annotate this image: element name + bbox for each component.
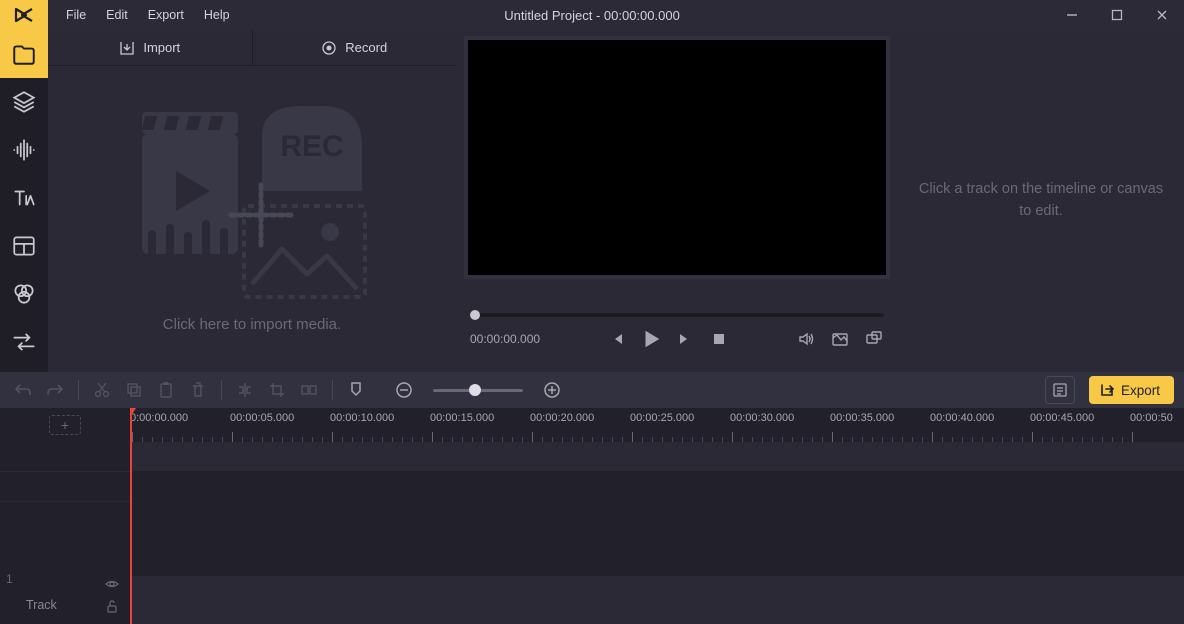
ruler-label: 0:00:00.000 bbox=[130, 412, 188, 424]
sidebar-audio-icon[interactable] bbox=[0, 126, 48, 174]
minimize-button[interactable] bbox=[1049, 0, 1094, 30]
export-icon bbox=[1099, 382, 1115, 398]
media-tabs: Import Record bbox=[48, 30, 456, 66]
ruler-label: 00:00:45.000 bbox=[1030, 412, 1094, 424]
stop-button[interactable] bbox=[709, 329, 729, 349]
sidebar bbox=[0, 30, 48, 372]
video-preview[interactable] bbox=[464, 36, 890, 279]
marker-button[interactable] bbox=[343, 377, 369, 403]
track-number: 1 bbox=[6, 572, 13, 586]
ruler-label: 00:00:25.000 bbox=[630, 412, 694, 424]
app-logo bbox=[0, 0, 48, 30]
preview-panel: 00:00:00.000 bbox=[456, 30, 898, 372]
add-track-button[interactable]: + bbox=[49, 415, 81, 435]
delete-button[interactable] bbox=[185, 377, 211, 403]
ruler-label: 00:00:05.000 bbox=[230, 412, 294, 424]
track-header[interactable]: 1 Track bbox=[0, 566, 130, 624]
ruler-label: 00:00:15.000 bbox=[430, 412, 494, 424]
timeline-row[interactable] bbox=[130, 502, 1184, 576]
zoom-in-button[interactable] bbox=[539, 377, 565, 403]
timeline-row[interactable] bbox=[130, 442, 1184, 472]
ruler-label: 00:00:50 bbox=[1130, 412, 1173, 424]
sidebar-text-icon[interactable] bbox=[0, 174, 48, 222]
track-visibility-icon[interactable] bbox=[104, 576, 120, 592]
import-hint: Click here to import media. bbox=[163, 316, 341, 333]
timeline-toolbar: Export bbox=[0, 372, 1184, 408]
snapshot-button[interactable] bbox=[830, 329, 850, 349]
preview-timecode: 00:00:00.000 bbox=[470, 332, 540, 346]
record-tab[interactable]: Record bbox=[253, 30, 457, 65]
paste-button[interactable] bbox=[153, 377, 179, 403]
timeline-body[interactable]: 0:00:00.000 00:00:05.000 00:00:10.000 00:00… bbox=[130, 408, 1184, 624]
record-icon bbox=[321, 40, 337, 56]
import-icon bbox=[119, 40, 135, 56]
timeline-row[interactable] bbox=[130, 472, 1184, 502]
ruler-label: 00:00:10.000 bbox=[330, 412, 394, 424]
properties-hint: Click a track on the timeline or canvas … bbox=[918, 179, 1164, 223]
media-panel: Import Record REC Click here to import m… bbox=[48, 30, 456, 372]
titlebar: File Edit Export Help Untitled Project -… bbox=[0, 0, 1184, 30]
volume-button[interactable] bbox=[796, 329, 816, 349]
close-button[interactable] bbox=[1139, 0, 1184, 30]
maximize-button[interactable] bbox=[1094, 0, 1139, 30]
copy-button[interactable] bbox=[121, 377, 147, 403]
window-controls bbox=[1049, 0, 1184, 30]
upper-region: Import Record REC Click here to import m… bbox=[48, 30, 1184, 372]
crop-button[interactable] bbox=[264, 377, 290, 403]
import-artwork: REC bbox=[132, 106, 372, 306]
sidebar-media-icon[interactable] bbox=[0, 30, 48, 78]
window-title: Untitled Project - 00:00:00.000 bbox=[504, 8, 680, 23]
track-lock-icon[interactable] bbox=[104, 598, 120, 614]
detach-button[interactable] bbox=[864, 329, 884, 349]
export-button[interactable]: Export bbox=[1089, 376, 1174, 404]
play-button[interactable] bbox=[641, 329, 661, 349]
import-dropzone[interactable]: REC Click here to import media. bbox=[48, 66, 456, 372]
ruler-label: 00:00:20.000 bbox=[530, 412, 594, 424]
ruler-label: 00:00:40.000 bbox=[930, 412, 994, 424]
export-label: Export bbox=[1121, 383, 1160, 398]
time-ruler[interactable]: 0:00:00.000 00:00:05.000 00:00:10.000 00:00… bbox=[130, 408, 1184, 442]
menu-file[interactable]: File bbox=[56, 0, 96, 30]
sidebar-transitions-icon[interactable] bbox=[0, 318, 48, 366]
next-frame-button[interactable] bbox=[675, 329, 695, 349]
properties-panel: Click a track on the timeline or canvas … bbox=[898, 30, 1184, 372]
ruler-label: 00:00:35.000 bbox=[830, 412, 894, 424]
sidebar-templates-icon[interactable] bbox=[0, 222, 48, 270]
menu-help[interactable]: Help bbox=[194, 0, 240, 30]
import-label: Import bbox=[143, 40, 180, 55]
record-label: Record bbox=[345, 40, 387, 55]
svg-text:REC: REC bbox=[280, 130, 343, 163]
cut-button[interactable] bbox=[89, 377, 115, 403]
menu-bar: File Edit Export Help bbox=[56, 0, 240, 30]
menu-edit[interactable]: Edit bbox=[96, 0, 138, 30]
track-headers: + 1 Track bbox=[0, 408, 130, 624]
undo-button[interactable] bbox=[10, 377, 36, 403]
split-button[interactable] bbox=[232, 377, 258, 403]
ruler-label: 00:00:30.000 bbox=[730, 412, 794, 424]
import-tab[interactable]: Import bbox=[48, 30, 253, 65]
zoom-slider[interactable] bbox=[433, 389, 523, 392]
seek-slider[interactable] bbox=[470, 313, 884, 317]
track-name-label: Track bbox=[26, 598, 57, 612]
redo-button[interactable] bbox=[42, 377, 68, 403]
menu-export[interactable]: Export bbox=[138, 0, 194, 30]
sidebar-layers-icon[interactable] bbox=[0, 78, 48, 126]
group-button[interactable] bbox=[296, 377, 322, 403]
timeline: + 1 Track 0:00:00.000 00:00:05.000 00:00:1… bbox=[0, 408, 1184, 624]
sidebar-effects-icon[interactable] bbox=[0, 270, 48, 318]
prev-frame-button[interactable] bbox=[607, 329, 627, 349]
playhead[interactable] bbox=[130, 408, 132, 624]
render-settings-button[interactable] bbox=[1045, 376, 1075, 404]
preview-controls: 00:00:00.000 bbox=[464, 279, 890, 372]
track-row[interactable] bbox=[130, 576, 1184, 624]
zoom-out-button[interactable] bbox=[391, 377, 417, 403]
